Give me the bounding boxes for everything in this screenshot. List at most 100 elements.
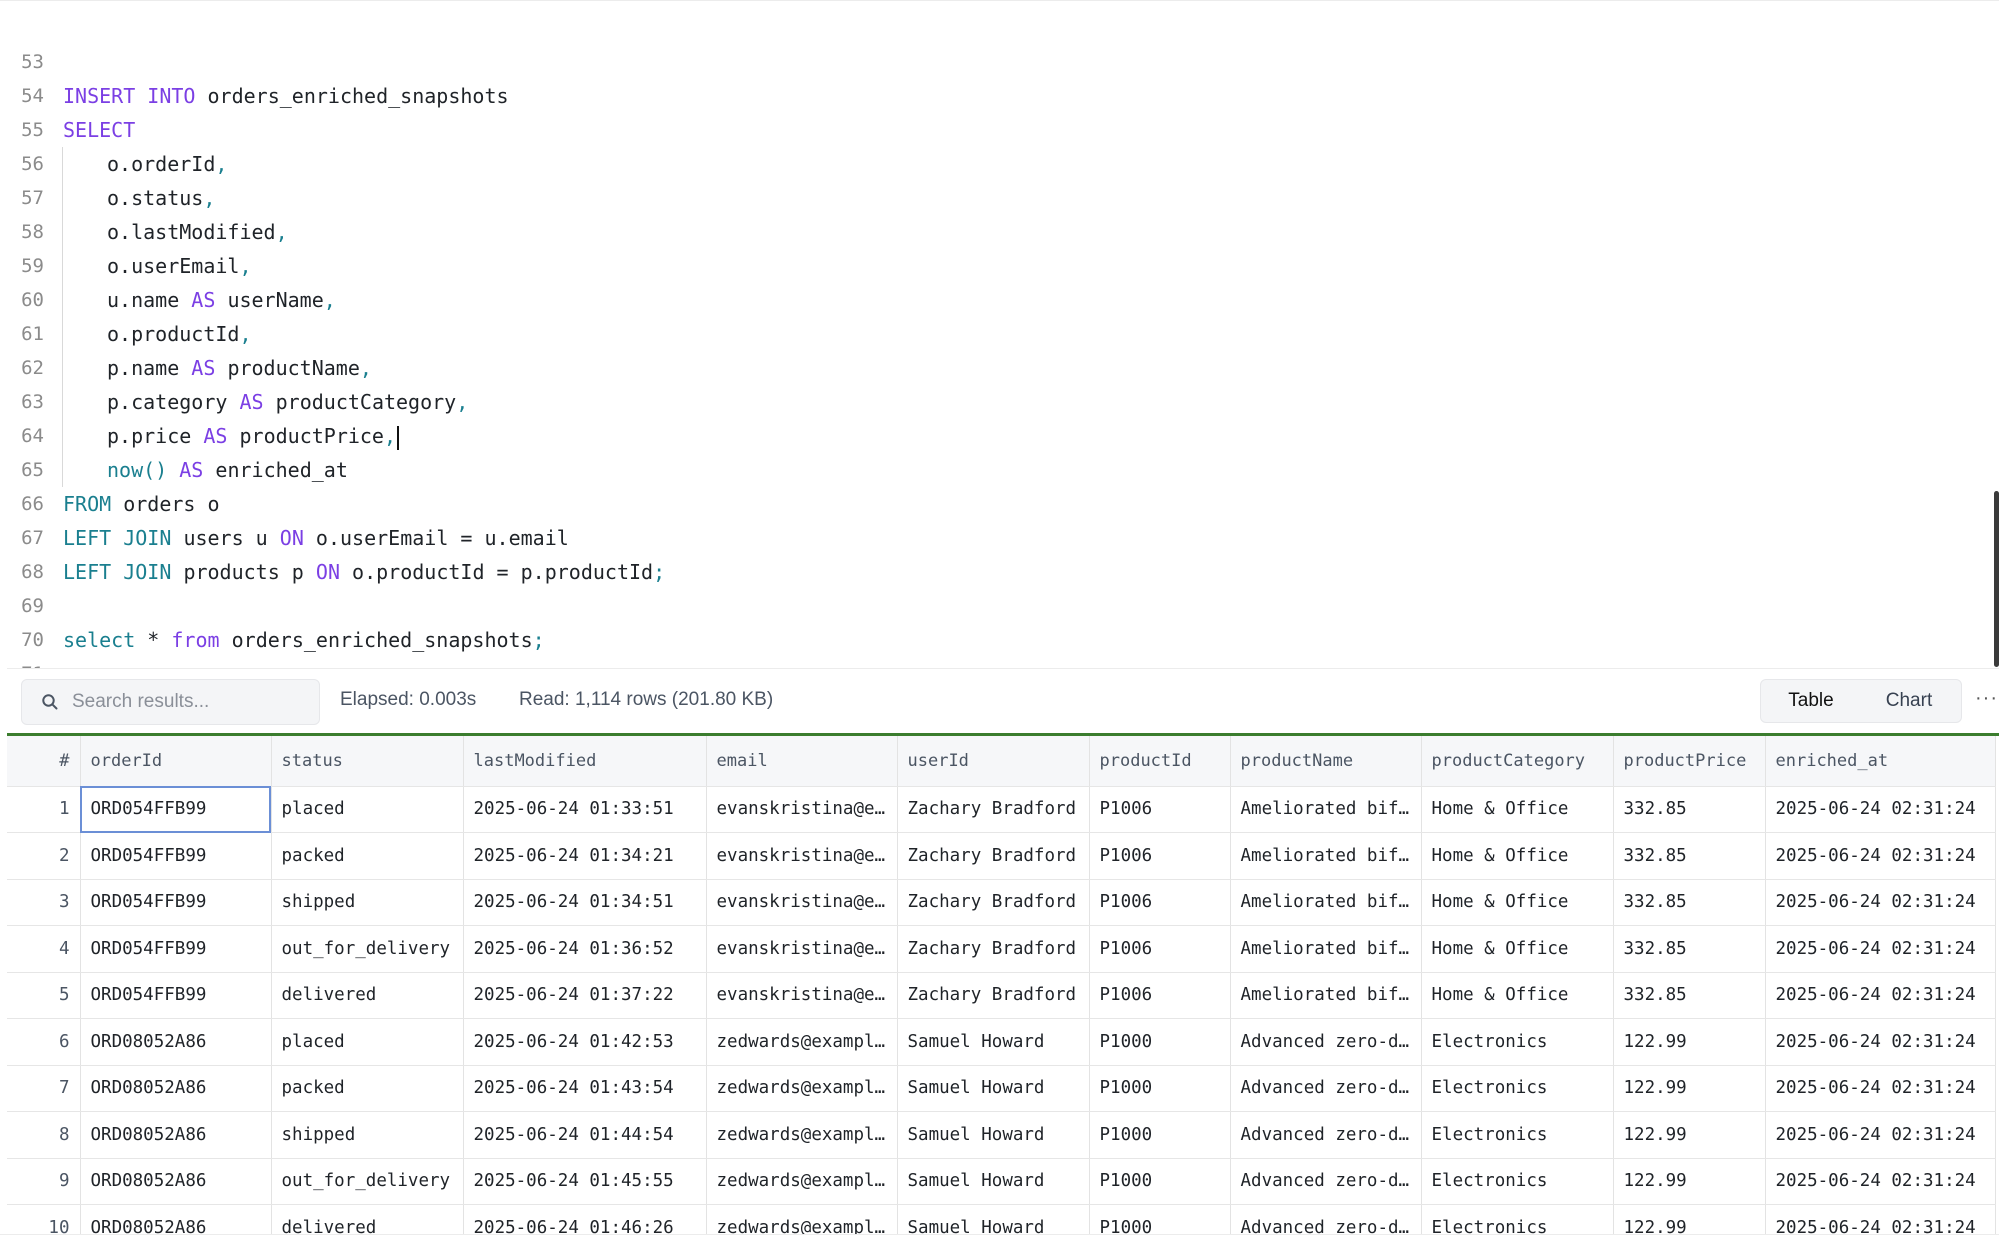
table-cell[interactable]: out_for_delivery bbox=[271, 1158, 464, 1205]
table-cell[interactable]: Home & Office bbox=[1421, 972, 1614, 1019]
more-options-button[interactable]: ··· bbox=[1975, 687, 1998, 710]
code-line[interactable]: 70 bbox=[0, 589, 1990, 651]
table-cell[interactable]: P1000 bbox=[1089, 1158, 1231, 1205]
table-cell[interactable]: zedwards@exampl… bbox=[706, 1158, 898, 1205]
table-row[interactable]: 1 ORD054FFB99 placed 2025-06-24 01:33:51 eva… bbox=[7, 786, 1996, 833]
results-grid[interactable]: # orderId status lastModified email userId pro… bbox=[7, 736, 1999, 1234]
table-cell[interactable]: 122.99 bbox=[1613, 1158, 1766, 1205]
table-cell[interactable]: Zachary Bradford bbox=[897, 832, 1090, 880]
table-cell[interactable]: Electronics bbox=[1421, 1111, 1614, 1159]
code-line[interactable]: 63 p.price AS productPrice, bbox=[0, 351, 1990, 453]
tab-chart[interactable]: Chart bbox=[1861, 683, 1957, 719]
code-line[interactable]: 56 o.status, bbox=[0, 113, 1990, 215]
table-cell[interactable]: 332.85 bbox=[1613, 879, 1766, 926]
table-cell[interactable]: evanskristina@e… bbox=[706, 925, 898, 973]
table-cell[interactable]: 2025-06-24 01:45:55 bbox=[463, 1158, 707, 1205]
search-results-box[interactable] bbox=[21, 679, 320, 725]
table-cell[interactable]: Zachary Bradford bbox=[897, 925, 1090, 973]
table-cell[interactable]: ORD054FFB99 bbox=[80, 925, 272, 973]
table-cell[interactable]: Advanced zero-d… bbox=[1230, 1065, 1422, 1112]
table-cell[interactable]: Zachary Bradford bbox=[897, 786, 1090, 833]
code-line[interactable]: 65 FROM orders o bbox=[0, 419, 1990, 516]
code-line[interactable]: 66 LEFT JOIN users u ON o.userEmail = u.… bbox=[0, 453, 1990, 550]
table-cell[interactable]: Ameliorated bif… bbox=[1230, 925, 1422, 973]
table-cell[interactable]: Home & Office bbox=[1421, 879, 1614, 926]
table-cell[interactable]: 2025-06-24 01:42:53 bbox=[463, 1018, 707, 1066]
table-cell[interactable]: ORD054FFB99 bbox=[80, 786, 272, 833]
table-cell[interactable]: 2025-06-24 01:44:54 bbox=[463, 1111, 707, 1159]
table-cell[interactable]: 2025-06-24 02:31:24 bbox=[1765, 832, 1996, 880]
table-cell[interactable]: Advanced zero-d… bbox=[1230, 1204, 1422, 1234]
table-row[interactable]: 2 ORD054FFB99 packed 2025-06-24 01:34:21 eva… bbox=[7, 832, 1996, 880]
code-line[interactable]: 55 o.orderId, bbox=[0, 79, 1990, 181]
table-cell[interactable]: 2025-06-24 01:33:51 bbox=[463, 786, 707, 833]
table-cell[interactable]: Electronics bbox=[1421, 1065, 1614, 1112]
table-cell[interactable]: ORD08052A86 bbox=[80, 1018, 272, 1066]
table-cell[interactable]: P1006 bbox=[1089, 972, 1231, 1019]
code-line[interactable]: 68 bbox=[0, 521, 1990, 583]
table-cell[interactable]: Samuel Howard bbox=[897, 1018, 1090, 1066]
table-cell[interactable]: ORD08052A86 bbox=[80, 1065, 272, 1112]
code-line[interactable]: 57 o.lastModified, bbox=[0, 147, 1990, 249]
table-cell[interactable]: 332.85 bbox=[1613, 786, 1766, 833]
table-cell[interactable]: ORD054FFB99 bbox=[80, 972, 272, 1019]
column-header-userid[interactable]: userId bbox=[897, 736, 1090, 787]
code-line[interactable]: 54 SELECT bbox=[0, 45, 1990, 142]
column-header-email[interactable]: email bbox=[706, 736, 898, 787]
table-cell[interactable]: zedwards@exampl… bbox=[706, 1018, 898, 1066]
code-line[interactable]: 60 o.productId, bbox=[0, 249, 1990, 351]
code-line[interactable]: 64 now() AS enriched_at bbox=[0, 385, 1990, 487]
table-cell[interactable]: Ameliorated bif… bbox=[1230, 832, 1422, 880]
sql-editor[interactable]: 53 INSERT INTO orders_enriched_snapshots… bbox=[0, 0, 1999, 668]
table-cell[interactable]: 2025-06-24 01:46:26 bbox=[463, 1204, 707, 1234]
table-cell[interactable]: 2025-06-24 02:31:24 bbox=[1765, 972, 1996, 1019]
table-cell[interactable]: zedwards@exampl… bbox=[706, 1065, 898, 1112]
column-header-productprice[interactable]: productPrice bbox=[1613, 736, 1766, 787]
table-row[interactable]: 7 ORD08052A86 packed 2025-06-24 01:43:54 zed… bbox=[7, 1065, 1996, 1112]
table-cell[interactable]: 2025-06-24 02:31:24 bbox=[1765, 1018, 1996, 1066]
table-cell[interactable]: Advanced zero-d… bbox=[1230, 1111, 1422, 1159]
code-line[interactable]: 69 select * from orders_enriched_snapsho… bbox=[0, 555, 1990, 652]
column-header-rownum[interactable]: # bbox=[7, 736, 81, 787]
table-cell[interactable]: 122.99 bbox=[1613, 1204, 1766, 1234]
table-cell[interactable]: P1000 bbox=[1089, 1204, 1231, 1234]
table-cell[interactable]: P1006 bbox=[1089, 786, 1231, 833]
column-header-productid[interactable]: productId bbox=[1089, 736, 1231, 787]
code-line[interactable]: 62 p.category AS productCategory, bbox=[0, 317, 1990, 419]
code-line[interactable]: 58 o.userEmail, bbox=[0, 181, 1990, 283]
column-header-status[interactable]: status bbox=[271, 736, 464, 787]
table-cell[interactable]: 2025-06-24 01:34:51 bbox=[463, 879, 707, 926]
table-cell[interactable]: ORD08052A86 bbox=[80, 1111, 272, 1159]
table-cell[interactable]: evanskristina@e… bbox=[706, 972, 898, 1019]
table-row[interactable]: 6 ORD08052A86 placed 2025-06-24 01:42:53 zed… bbox=[7, 1018, 1996, 1066]
table-row[interactable]: 5 ORD054FFB99 delivered 2025-06-24 01:37:22… bbox=[7, 972, 1996, 1019]
table-cell[interactable]: 122.99 bbox=[1613, 1018, 1766, 1066]
table-cell[interactable]: 2025-06-24 01:36:52 bbox=[463, 925, 707, 973]
table-cell[interactable]: Zachary Bradford bbox=[897, 972, 1090, 1019]
table-cell[interactable]: evanskristina@e… bbox=[706, 786, 898, 833]
table-cell[interactable]: 2025-06-24 01:37:22 bbox=[463, 972, 707, 1019]
table-cell[interactable]: placed bbox=[271, 1018, 464, 1066]
column-header-enriched_at[interactable]: enriched_at bbox=[1765, 736, 1996, 787]
table-cell[interactable]: Ameliorated bif… bbox=[1230, 879, 1422, 926]
table-cell[interactable]: evanskristina@e… bbox=[706, 832, 898, 880]
table-cell[interactable]: Home & Office bbox=[1421, 832, 1614, 880]
column-header-productname[interactable]: productName bbox=[1230, 736, 1422, 787]
table-cell[interactable]: 2025-06-24 02:31:24 bbox=[1765, 1065, 1996, 1112]
code-line[interactable]: 67 LEFT JOIN products p ON o.productId =… bbox=[0, 487, 1990, 584]
table-cell[interactable]: Ameliorated bif… bbox=[1230, 786, 1422, 833]
table-cell[interactable]: 332.85 bbox=[1613, 832, 1766, 880]
table-cell[interactable]: ORD054FFB99 bbox=[80, 832, 272, 880]
table-cell[interactable]: 2025-06-24 02:31:24 bbox=[1765, 786, 1996, 833]
table-cell[interactable]: shipped bbox=[271, 1111, 464, 1159]
table-cell[interactable]: 2025-06-24 02:31:24 bbox=[1765, 1158, 1996, 1205]
editor-scrollbar[interactable] bbox=[1994, 491, 1999, 667]
code-line[interactable]: 61 p.name AS productName, bbox=[0, 283, 1990, 385]
table-cell[interactable]: Electronics bbox=[1421, 1204, 1614, 1234]
table-cell[interactable]: Electronics bbox=[1421, 1018, 1614, 1066]
table-cell[interactable]: 332.85 bbox=[1613, 925, 1766, 973]
table-cell[interactable]: evanskristina@e… bbox=[706, 879, 898, 926]
table-cell[interactable]: packed bbox=[271, 1065, 464, 1112]
table-cell[interactable]: zedwards@exampl… bbox=[706, 1204, 898, 1234]
code-line[interactable]: 53 INSERT INTO orders_enriched_snapshots bbox=[0, 11, 1990, 108]
